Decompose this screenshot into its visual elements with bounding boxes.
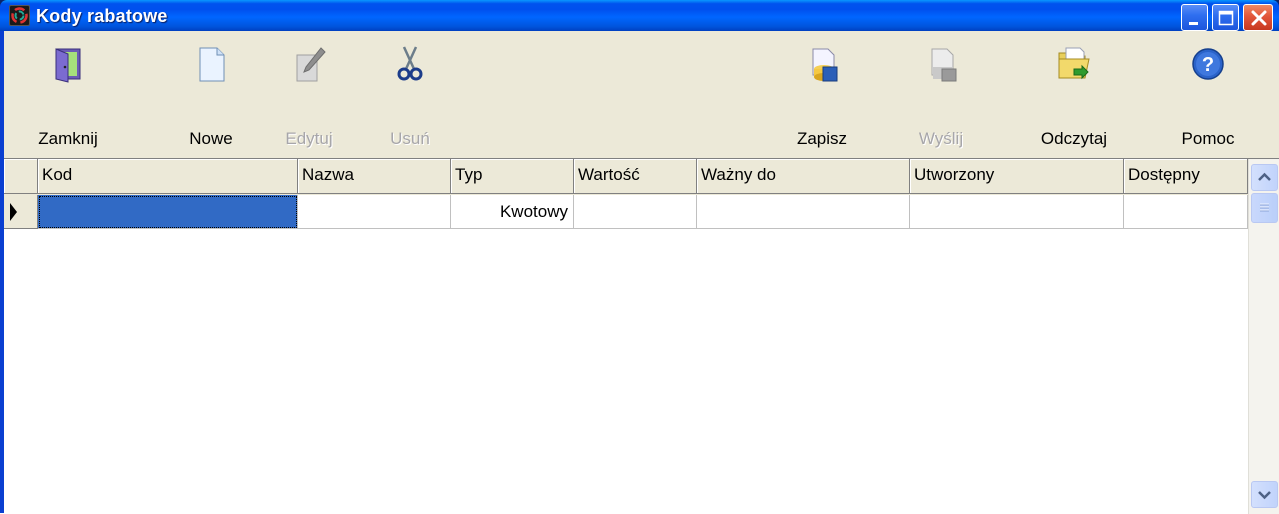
cell-wartosc[interactable] [574,195,697,229]
save-label: Zapisz [796,129,848,148]
new-document-icon [199,47,225,82]
maximize-button[interactable] [1212,4,1239,31]
scroll-thumb[interactable] [1251,193,1278,223]
new-label: Nowe [189,129,233,148]
cell-utworzony[interactable] [910,195,1124,229]
scroll-down-button[interactable] [1251,481,1278,508]
chevron-up-icon [1258,172,1271,181]
row-indicator[interactable] [4,195,38,229]
minimize-icon [1189,22,1198,25]
title-bar[interactable]: Kody rabatowe [0,0,1279,31]
help-label: Pomoc [1181,129,1235,148]
help-button[interactable]: ? Pomoc [1168,31,1248,158]
send-button[interactable]: Wyślij [911,31,971,158]
door-exit-icon [55,48,81,83]
help-icon: ? [1192,48,1224,80]
load-button[interactable]: Odczytaj [1029,31,1119,158]
maximize-icon [1218,10,1234,26]
column-header-wazny-do[interactable]: Ważny do [697,159,910,194]
delete-button[interactable]: Usuń [382,31,438,158]
close-button[interactable] [1243,4,1273,31]
column-header-nazwa[interactable]: Nazwa [298,159,451,194]
codes-grid[interactable]: Kod Nazwa Typ Wartość Ważny do Utworzony… [4,158,1279,514]
cell-dostepny[interactable] [1124,195,1248,229]
column-header-kod[interactable]: Kod [38,159,298,194]
chevron-down-icon [1258,491,1271,500]
header-corner [4,159,38,194]
save-button[interactable]: Zapisz [784,31,860,158]
column-header-wartosc[interactable]: Wartość [574,159,697,194]
cell-kod[interactable] [38,195,298,229]
cell-wazny-do[interactable] [697,195,910,229]
table-row[interactable]: Kwotowy [4,195,1248,229]
minimize-button[interactable] [1181,4,1208,31]
close-icon [1251,10,1267,26]
scroll-up-button[interactable] [1251,164,1278,191]
column-header-typ[interactable]: Typ [451,159,574,194]
vertical-scrollbar[interactable] [1248,159,1279,514]
current-row-arrow-icon [10,203,17,221]
send-icon [931,48,957,82]
open-folder-icon [1058,47,1090,80]
cell-typ[interactable]: Kwotowy [451,195,574,229]
scissors-icon [397,46,423,81]
grid-header-row: Kod Nazwa Typ Wartość Ważny do Utworzony… [4,159,1248,195]
app-window: Kody rabatowe Zamknij Nowe Edytuj Usuń Z… [0,0,1279,514]
close-window-button[interactable]: Zamknij [30,31,106,158]
column-header-dostepny[interactable]: Dostępny [1124,159,1248,194]
delete-label: Usuń [390,129,430,148]
send-label: Wyślij [918,129,964,148]
new-button[interactable]: Nowe [176,31,246,158]
load-label: Odczytaj [1040,129,1108,148]
edit-button[interactable]: Edytuj [276,31,342,158]
cell-nazwa[interactable] [298,195,451,229]
close-window-label: Zamknij [38,129,98,148]
edit-pencil-icon [296,47,326,82]
edit-label: Edytuj [285,129,333,148]
grip-icon [1260,203,1269,212]
svg-text:?: ? [1202,54,1214,76]
toolbar: Zamknij Nowe Edytuj Usuń Zapisz Wyślij O… [4,31,1279,158]
column-header-utworzony[interactable]: Utworzony [910,159,1124,194]
save-icon [812,48,838,82]
window-title: Kody rabatowe [36,6,168,26]
app-logo-icon [9,5,30,26]
